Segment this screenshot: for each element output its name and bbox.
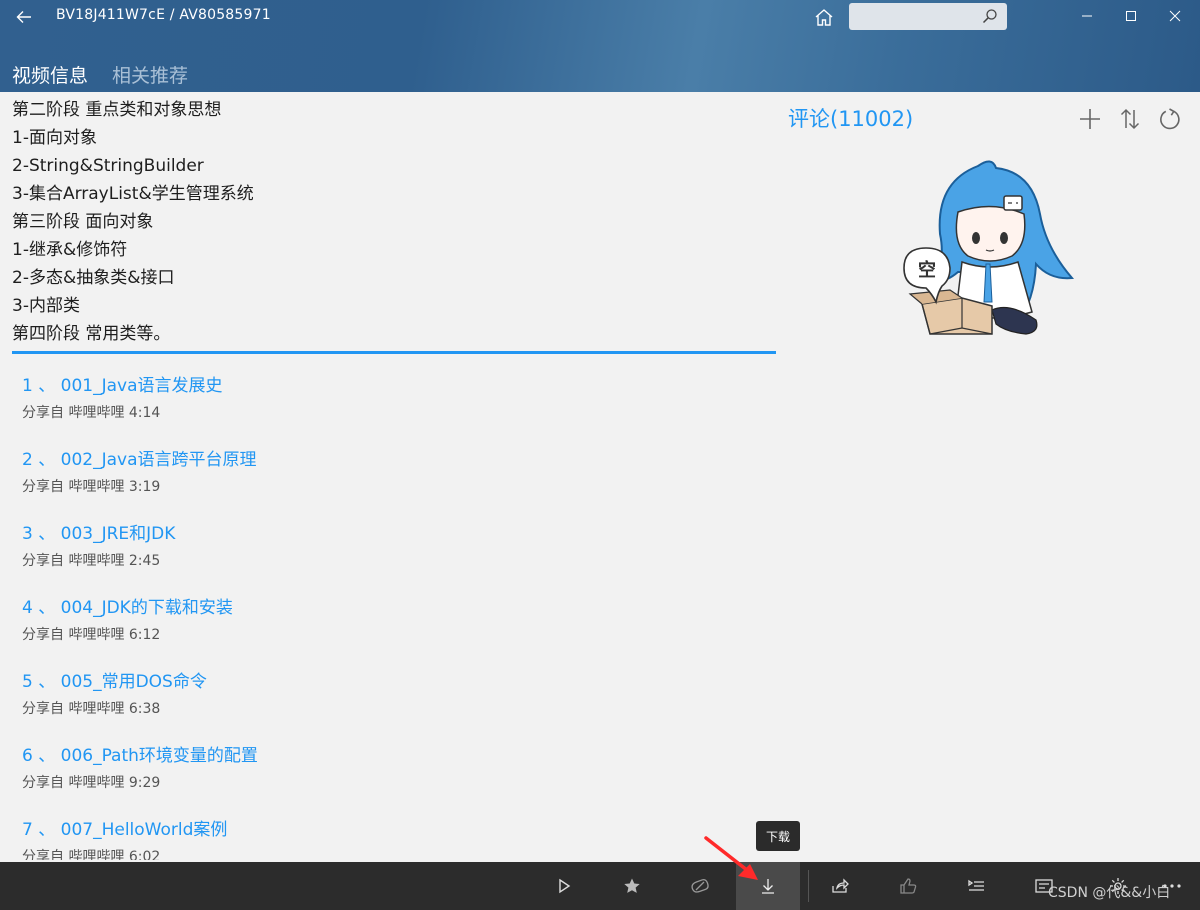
like-icon	[900, 878, 917, 894]
like-button[interactable]	[876, 862, 940, 910]
episode-meta: 分享自 哔哩哔哩 3:19	[22, 479, 161, 495]
empty-comments-mascot: 空	[903, 160, 1075, 335]
episode-meta: 分享自 哔哩哔哩 6:12	[22, 627, 161, 643]
minimize-button[interactable]	[1064, 0, 1110, 32]
play-icon	[559, 878, 571, 894]
episode-title: 6 、 006_Path环境变量的配置	[22, 746, 258, 766]
episode-title: 2 、 002_Java语言跨平台原理	[22, 450, 257, 470]
episode-item[interactable]: 5 、 005_常用DOS命令 分享自 哔哩哔哩 6:38	[22, 668, 762, 742]
episode-title: 5 、 005_常用DOS命令	[22, 672, 207, 692]
episode-title: 1 、 001_Java语言发展史	[22, 376, 223, 396]
section-divider	[12, 351, 776, 354]
episode-meta: 分享自 哔哩哔哩 6:38	[22, 701, 161, 717]
episode-item[interactable]: 6 、 006_Path环境变量的配置 分享自 哔哩哔哩 9:29	[22, 742, 762, 816]
description-line: 3-集合ArrayList&学生管理系统	[12, 184, 254, 204]
refresh-comments-button[interactable]	[1155, 104, 1185, 134]
close-button[interactable]	[1152, 0, 1198, 32]
description-line: 第四阶段 常用类等。	[12, 324, 171, 344]
episode-item[interactable]: 2 、 002_Java语言跨平台原理 分享自 哔哩哔哩 3:19	[22, 446, 762, 520]
episode-item[interactable]: 3 、 003_JRE和JDK 分享自 哔哩哔哩 2:45	[22, 520, 762, 594]
episode-meta: 分享自 哔哩哔哩 9:29	[22, 775, 161, 791]
episode-item[interactable]: 7 、 007_HelloWorld案例 分享自 哔哩哔哩 6:02	[22, 816, 762, 860]
search-icon[interactable]	[981, 8, 999, 26]
title-bar: BV18J411W7cE / AV80585971 视频信息 相关推荐	[0, 0, 1200, 92]
comments-title: 评论(11002)	[788, 107, 914, 131]
share-icon	[832, 878, 849, 893]
refresh-icon	[1160, 108, 1180, 130]
description-line: 1-继承&修饰符	[12, 240, 128, 260]
description-line: 2-String&StringBuilder	[12, 156, 204, 176]
episode-title: 4 、 004_JDK的下载和安装	[22, 598, 233, 618]
tab-related[interactable]: 相关推荐	[112, 61, 188, 88]
episode-item[interactable]: 4 、 004_JDK的下载和安装 分享自 哔哩哔哩 6:12	[22, 594, 762, 668]
episode-meta: 分享自 哔哩哔哩 2:45	[22, 553, 161, 569]
annotation-arrow-icon	[704, 836, 758, 880]
description-line: 第三阶段 面向对象	[12, 212, 154, 232]
play-button[interactable]	[532, 862, 596, 910]
description-line: 1-面向对象	[12, 128, 97, 148]
description-line: 2-多态&抽象类&接口	[12, 268, 175, 288]
description-line: 3-内部类	[12, 296, 80, 316]
tab-video-info[interactable]: 视频信息	[12, 61, 88, 88]
empty-badge-text: 空	[918, 259, 936, 281]
tab-bar: 视频信息 相关推荐	[12, 61, 188, 88]
description-line: 第二阶段 重点类和对象思想	[12, 100, 222, 120]
plus-icon	[1080, 109, 1100, 129]
share-button[interactable]	[808, 862, 872, 910]
episode-item[interactable]: 1 、 001_Java语言发展史 分享自 哔哩哔哩 4:14	[22, 372, 762, 446]
watermark-text: CSDN @代&&小白	[1048, 885, 1171, 901]
video-description: 第二阶段 重点类和对象思想 1-面向对象 2-String&StringBuil…	[12, 96, 776, 348]
episode-title: 3 、 003_JRE和JDK	[22, 524, 176, 544]
maximize-icon	[1126, 11, 1136, 21]
episode-meta: 分享自 哔哩哔哩 6:02	[22, 849, 161, 860]
playlist-icon	[968, 879, 984, 891]
episode-list: 1 、 001_Java语言发展史 分享自 哔哩哔哩 4:14 2 、 002_…	[22, 372, 762, 860]
home-button[interactable]	[810, 3, 838, 31]
maximize-button[interactable]	[1108, 0, 1154, 32]
sort-comments-button[interactable]	[1115, 104, 1145, 134]
minimize-icon	[1082, 15, 1092, 17]
bottom-app-bar: CSDN @代&&小白	[0, 862, 1200, 910]
back-arrow-icon	[16, 11, 31, 23]
star-icon	[624, 878, 640, 893]
close-icon	[1169, 10, 1181, 22]
playlist-button[interactable]	[944, 862, 1008, 910]
add-comment-button[interactable]	[1075, 104, 1105, 134]
back-button[interactable]	[10, 4, 38, 30]
window-title: BV18J411W7cE / AV80585971	[56, 7, 271, 23]
favorite-button[interactable]	[600, 862, 664, 910]
episode-meta: 分享自 哔哩哔哩 4:14	[22, 405, 161, 421]
sort-icon	[1120, 108, 1140, 130]
episode-title: 7 、 007_HelloWorld案例	[22, 820, 228, 840]
home-icon	[815, 9, 833, 26]
